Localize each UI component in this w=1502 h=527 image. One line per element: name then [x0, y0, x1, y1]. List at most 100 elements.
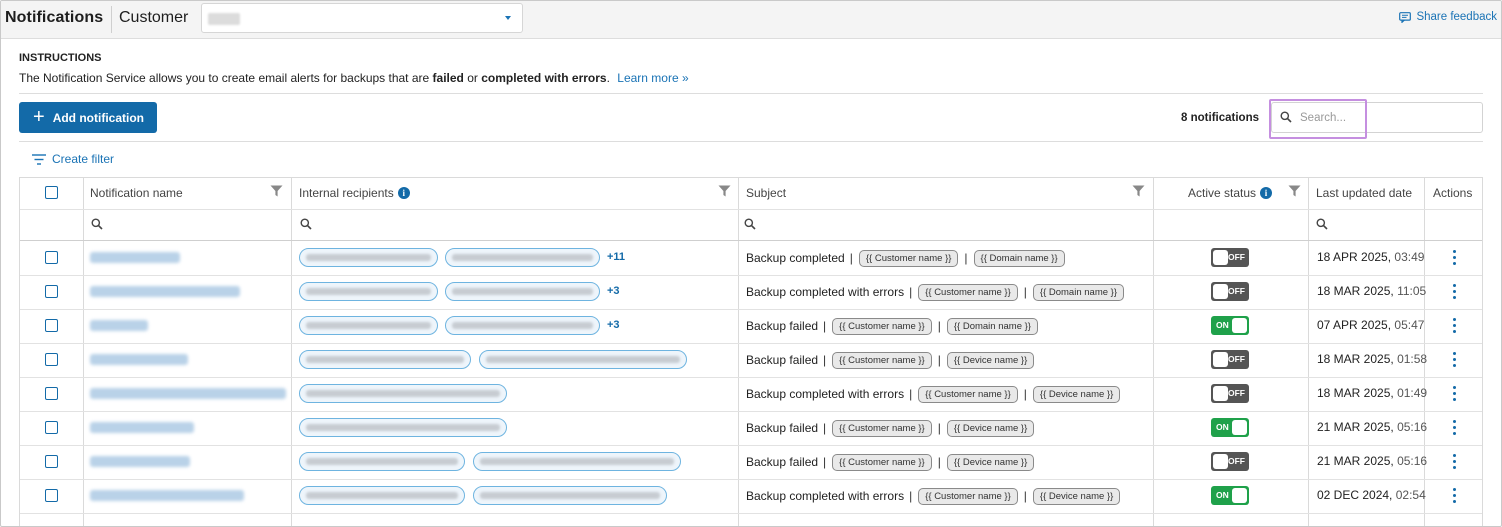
search-input[interactable]: [1300, 109, 1470, 127]
separator: |: [937, 353, 941, 367]
customer-select[interactable]: [201, 3, 523, 33]
search-box[interactable]: [1269, 99, 1483, 139]
active-status-toggle[interactable]: ON: [1211, 486, 1249, 505]
create-filter-link[interactable]: Create filter: [32, 152, 114, 166]
active-status-toggle[interactable]: OFF: [1211, 350, 1249, 369]
subject-text: Backup failed: [746, 421, 819, 435]
active-status-toggle[interactable]: OFF: [1211, 282, 1249, 301]
column-header-recipients[interactable]: Internal recipients i: [299, 186, 410, 200]
row-checkbox[interactable]: [45, 251, 58, 264]
more-actions-icon[interactable]: [1453, 318, 1456, 333]
search-icon[interactable]: [744, 218, 756, 230]
learn-more-link[interactable]: Learn more »: [617, 71, 688, 85]
filter-icon[interactable]: [270, 185, 283, 197]
active-status-toggle[interactable]: OFF: [1211, 384, 1249, 403]
row-checkbox[interactable]: [45, 353, 58, 366]
recipient-chip[interactable]: [299, 452, 465, 471]
plus-icon: +: [33, 105, 45, 128]
last-updated-cell: 07 APR 2025, 05:47: [1317, 318, 1424, 332]
more-recipients-count[interactable]: +3: [607, 319, 620, 331]
search-icon[interactable]: [300, 218, 312, 230]
row-divider: [20, 411, 1482, 412]
last-updated-time: 11:05: [1397, 284, 1427, 298]
recipient-chip[interactable]: [473, 486, 667, 505]
toggle-knob: [1213, 250, 1228, 265]
template-tag: {{ Customer name }}: [832, 419, 932, 437]
recipient-chip[interactable]: [479, 350, 687, 369]
column-header-name[interactable]: Notification name: [90, 186, 183, 200]
row-checkbox[interactable]: [45, 319, 58, 332]
column-divider: [291, 178, 292, 526]
recipient-chip[interactable]: [445, 316, 600, 335]
notification-name-link[interactable]: [90, 490, 244, 501]
row-divider: [20, 343, 1482, 344]
template-tag: {{ Domain name }}: [973, 249, 1065, 267]
more-actions-icon[interactable]: [1453, 420, 1456, 435]
row-divider: [20, 445, 1482, 446]
filter-icon[interactable]: [718, 185, 731, 197]
last-updated-date: 18 MAR 2025,: [1317, 284, 1394, 298]
share-feedback-link[interactable]: Share feedback: [1399, 11, 1497, 23]
info-icon[interactable]: i: [397, 187, 410, 199]
last-updated-cell: 21 MAR 2025, 05:16: [1317, 454, 1427, 468]
column-divider: [83, 178, 84, 526]
search-icon[interactable]: [91, 218, 103, 230]
add-notification-button[interactable]: + Add notification: [19, 102, 157, 133]
select-all-checkbox[interactable]: [45, 186, 58, 199]
more-actions-icon[interactable]: [1453, 250, 1456, 265]
column-header-subject[interactable]: Subject: [746, 186, 786, 200]
row-checkbox[interactable]: [45, 489, 58, 502]
recipient-chip[interactable]: [299, 316, 438, 335]
row-checkbox[interactable]: [45, 455, 58, 468]
more-actions-icon[interactable]: [1453, 488, 1456, 503]
subject-text: Backup failed: [746, 319, 819, 333]
active-status-toggle[interactable]: ON: [1211, 316, 1249, 335]
notification-name-link[interactable]: [90, 388, 286, 399]
notification-name-link[interactable]: [90, 456, 190, 467]
last-updated-time: 05:16: [1397, 420, 1428, 434]
info-icon[interactable]: i: [1260, 187, 1273, 199]
more-actions-icon[interactable]: [1453, 454, 1456, 469]
row-checkbox[interactable]: [45, 421, 58, 434]
more-actions-icon[interactable]: [1453, 386, 1456, 401]
notification-name-link[interactable]: [90, 252, 180, 263]
column-header-status[interactable]: Active status i: [1188, 186, 1273, 200]
active-status-toggle[interactable]: ON: [1211, 418, 1249, 437]
subject-cell: Backup completed with errors | {{ Customer…: [746, 487, 1121, 505]
toggle-label: ON: [1216, 422, 1229, 432]
search-icon[interactable]: [1316, 218, 1328, 230]
row-checkbox[interactable]: [45, 285, 58, 298]
recipient-chip[interactable]: [299, 282, 438, 301]
more-actions-icon[interactable]: [1453, 284, 1456, 299]
feedback-icon: [1399, 11, 1412, 23]
recipient-chip[interactable]: [445, 248, 600, 267]
notification-name-link[interactable]: [90, 354, 188, 365]
row-divider: [20, 275, 1482, 276]
separator: |: [823, 353, 827, 367]
recipient-chip[interactable]: [299, 418, 507, 437]
more-actions-icon[interactable]: [1453, 352, 1456, 367]
recipient-chip[interactable]: [299, 486, 465, 505]
more-recipients-count[interactable]: +11: [607, 251, 625, 263]
notification-name-link[interactable]: [90, 320, 148, 331]
filter-icon[interactable]: [1132, 185, 1145, 197]
filter-icon[interactable]: [1288, 185, 1301, 197]
last-updated-date: 18 MAR 2025,: [1317, 386, 1394, 400]
more-recipients-count[interactable]: +3: [607, 285, 620, 297]
last-updated-time: 05:16: [1397, 454, 1428, 468]
recipient-chip[interactable]: [299, 384, 507, 403]
recipient-chip[interactable]: [299, 248, 438, 267]
row-checkbox[interactable]: [45, 387, 58, 400]
column-header-updated[interactable]: Last updated date: [1316, 186, 1412, 200]
notification-name-link[interactable]: [90, 286, 240, 297]
subject-cell: Backup completed | {{ Customer name }} | {{ …: [746, 249, 1066, 267]
recipient-chip[interactable]: [299, 350, 471, 369]
active-status-toggle[interactable]: OFF: [1211, 248, 1249, 267]
row-divider: [20, 209, 1482, 210]
last-updated-cell: 21 MAR 2025, 05:16: [1317, 420, 1427, 434]
notification-name-link[interactable]: [90, 422, 194, 433]
active-status-toggle[interactable]: OFF: [1211, 452, 1249, 471]
recipient-chip[interactable]: [445, 282, 600, 301]
recipient-chip[interactable]: [473, 452, 681, 471]
subject-text: Backup completed: [746, 251, 845, 265]
